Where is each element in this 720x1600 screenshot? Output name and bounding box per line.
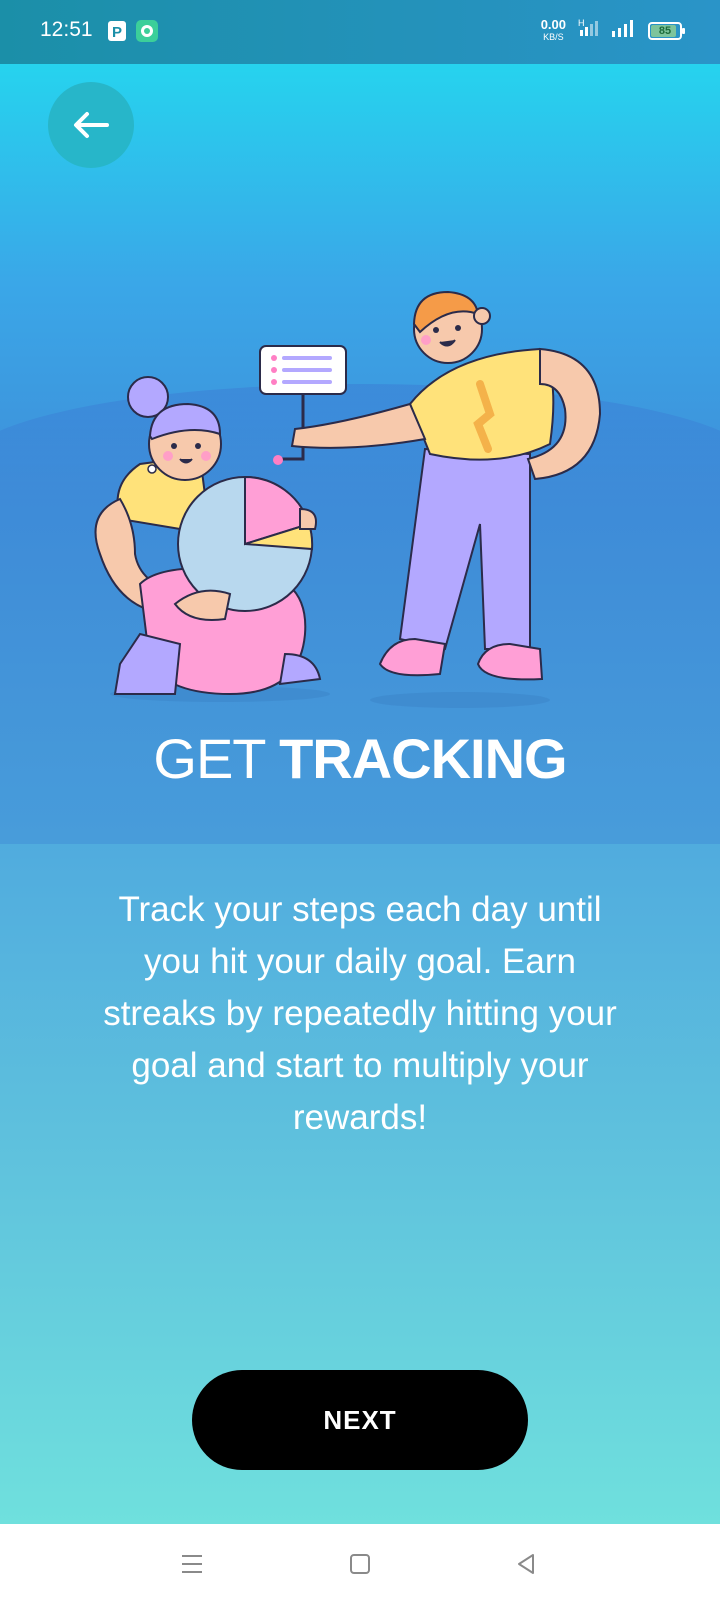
chat-bubble-icon <box>136 20 158 47</box>
notification-icons: P <box>108 20 158 47</box>
girl-figure <box>94 376 322 696</box>
page-title: GET TRACKING <box>0 726 720 791</box>
title-light: GET <box>153 727 265 790</box>
title-bold: TRACKING <box>279 727 568 790</box>
back-triangle-icon[interactable] <box>506 1544 546 1584</box>
signal-h-icon: H <box>578 18 600 43</box>
next-button[interactable]: NEXT <box>192 1370 528 1470</box>
onboarding-screen: GET TRACKING Track your steps each day u… <box>0 64 720 1524</box>
signal-icon <box>612 19 636 42</box>
home-square-icon[interactable] <box>340 1544 380 1584</box>
tracking-illustration <box>94 290 602 708</box>
svg-text:H: H <box>578 18 585 28</box>
svg-text:P: P <box>112 24 122 41</box>
system-nav-bar <box>0 1524 720 1600</box>
description-text: Track your steps each day until you hit … <box>103 890 617 1137</box>
arrow-left-icon <box>74 112 109 138</box>
menu-icon[interactable] <box>172 1544 212 1584</box>
battery-icon: 85 <box>648 21 685 40</box>
status-time: 12:51 <box>40 18 93 41</box>
network-speed: 0.00 KB/S <box>540 16 566 42</box>
back-button[interactable] <box>48 82 134 168</box>
parking-icon: P <box>108 21 126 46</box>
status-bar: 12:51 P 0.00 KB/S H 85 <box>0 0 720 64</box>
status-right: 0.00 KB/S H 85 <box>540 16 685 43</box>
